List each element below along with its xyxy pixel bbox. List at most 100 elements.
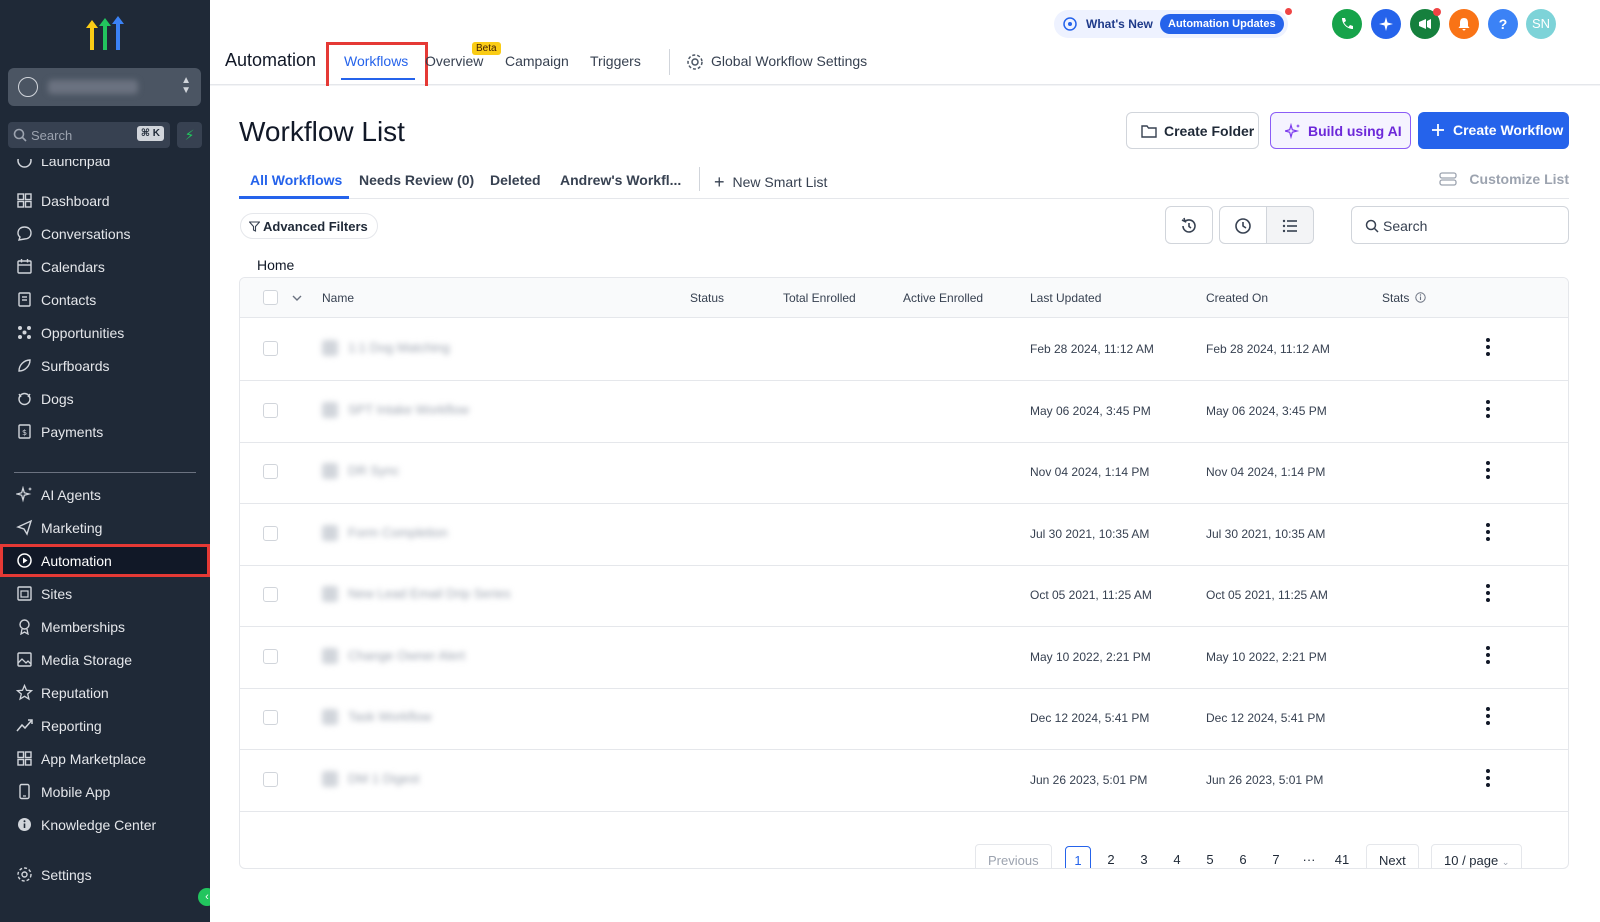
sidebar-item-mobile-app[interactable]: Mobile App bbox=[0, 775, 210, 808]
help-button[interactable]: ? bbox=[1488, 9, 1518, 39]
create-folder-button[interactable]: Create Folder bbox=[1126, 112, 1259, 149]
table-row[interactable]: DR Sync Nov 04 2024, 1:14 PM Nov 04 2024, … bbox=[240, 441, 1568, 504]
row-checkbox[interactable] bbox=[263, 771, 278, 787]
table-row[interactable]: 1:1 Dog Matching Feb 28 2024, 11:12 AM Feb… bbox=[240, 318, 1568, 381]
sidebar-item-surfboards[interactable]: Surfboards bbox=[0, 349, 210, 382]
chevron-down-icon[interactable] bbox=[292, 294, 302, 302]
tab-needs-review[interactable]: Needs Review (0) bbox=[359, 172, 474, 188]
new-smart-list-button[interactable]: + New Smart List bbox=[714, 171, 827, 192]
sidebar-item-conversations[interactable]: Conversations bbox=[0, 217, 210, 250]
page-2-button[interactable]: 2 bbox=[1098, 846, 1124, 868]
pagination-ellipsis[interactable]: ··· bbox=[1296, 846, 1322, 868]
build-using-ai-button[interactable]: Build using AI bbox=[1270, 112, 1411, 149]
row-checkbox[interactable] bbox=[263, 525, 278, 541]
row-actions-kebab-icon[interactable] bbox=[1486, 768, 1490, 790]
customize-list-button[interactable]: Customize List bbox=[1439, 171, 1569, 187]
column-total-enrolled[interactable]: Total Enrolled bbox=[783, 291, 856, 305]
breadcrumb-home[interactable]: Home bbox=[257, 257, 294, 273]
row-checkbox[interactable] bbox=[263, 648, 278, 664]
page-3-button[interactable]: 3 bbox=[1131, 846, 1157, 868]
notifications-button[interactable] bbox=[1449, 9, 1479, 39]
row-checkbox[interactable] bbox=[263, 402, 278, 418]
row-actions-kebab-icon[interactable] bbox=[1486, 338, 1490, 359]
sidebar-item-calendars[interactable]: Calendars bbox=[0, 250, 210, 283]
sidebar-item-launchpad[interactable]: Launchpad bbox=[0, 159, 210, 179]
select-all-checkbox[interactable] bbox=[263, 290, 278, 305]
row-checkbox[interactable] bbox=[263, 341, 278, 356]
row-actions-kebab-icon[interactable] bbox=[1486, 461, 1490, 482]
account-switcher[interactable]: ▲ ▼ bbox=[8, 68, 201, 106]
workflow-name-redacted[interactable]: SPT Intake Workflow bbox=[322, 400, 502, 420]
column-stats[interactable]: Stats bbox=[1382, 291, 1409, 305]
quick-action-bolt-icon[interactable]: ⚡ bbox=[177, 122, 202, 148]
sidebar-item-reputation[interactable]: Reputation bbox=[0, 676, 210, 709]
column-active-enrolled[interactable]: Active Enrolled bbox=[903, 291, 983, 305]
row-actions-kebab-icon[interactable] bbox=[1486, 707, 1490, 728]
sidebar-item-settings[interactable]: Settings bbox=[0, 858, 210, 891]
history-view-toggle[interactable] bbox=[1219, 206, 1267, 244]
next-page-button[interactable]: Next bbox=[1366, 844, 1419, 868]
workflow-name-redacted[interactable]: Task Workflow bbox=[322, 707, 502, 727]
sidebar-search[interactable]: Search ⌘ K bbox=[8, 122, 170, 148]
workflow-name-redacted[interactable]: New Lead Email Drip Series bbox=[322, 584, 511, 604]
global-workflow-settings-link[interactable]: Global Workflow Settings bbox=[711, 53, 867, 69]
announcements-button[interactable] bbox=[1410, 8, 1441, 39]
sidebar-item-app-marketplace[interactable]: App Marketplace bbox=[0, 742, 210, 775]
sidebar-item-media-storage[interactable]: Media Storage bbox=[0, 643, 210, 676]
sidebar-item-opportunities[interactable]: Opportunities bbox=[0, 316, 210, 349]
tab-overview[interactable]: Overview bbox=[425, 53, 483, 69]
ai-assistant-button[interactable] bbox=[1371, 9, 1401, 39]
workflow-search-input[interactable]: Search bbox=[1351, 206, 1569, 244]
sidebar-item-ai-agents[interactable]: AI Agents bbox=[0, 478, 210, 511]
tab-andrews-workflows[interactable]: Andrew's Workfl... bbox=[560, 172, 681, 188]
advanced-filters-button[interactable]: Advanced Filters bbox=[240, 213, 378, 239]
page-7-button[interactable]: 7 bbox=[1263, 846, 1289, 868]
user-avatar[interactable]: SN bbox=[1526, 9, 1556, 39]
workflow-name-redacted[interactable]: Form Completion bbox=[322, 523, 502, 543]
table-row[interactable]: Change Owner Alert May 10 2022, 2:21 PM Ma… bbox=[240, 626, 1568, 689]
column-status[interactable]: Status bbox=[690, 291, 724, 305]
sidebar-item-dashboard[interactable]: Dashboard bbox=[0, 184, 210, 217]
row-actions-kebab-icon[interactable] bbox=[1486, 584, 1490, 605]
page-size-select[interactable]: 10 / page ⌄ bbox=[1431, 844, 1523, 868]
sidebar-item-dogs[interactable]: Dogs bbox=[0, 382, 210, 415]
sidebar-item-reporting[interactable]: Reporting bbox=[0, 709, 210, 742]
tab-triggers[interactable]: Triggers bbox=[590, 53, 641, 69]
sidebar-item-contacts[interactable]: Contacts bbox=[0, 283, 210, 316]
sidebar-item-knowledge-center[interactable]: Knowledge Center bbox=[0, 808, 210, 841]
whats-new-pill[interactable]: What's New Automation Updates bbox=[1054, 8, 1292, 38]
row-checkbox[interactable] bbox=[263, 587, 278, 602]
table-row[interactable]: SPT Intake Workflow May 06 2024, 3:45 PM M… bbox=[240, 380, 1568, 443]
phone-button[interactable] bbox=[1332, 9, 1362, 39]
page-4-button[interactable]: 4 bbox=[1164, 846, 1190, 868]
column-last-updated[interactable]: Last Updated bbox=[1030, 291, 1101, 305]
automation-updates-badge[interactable]: Automation Updates bbox=[1160, 14, 1284, 34]
page-5-button[interactable]: 5 bbox=[1197, 846, 1223, 868]
app-logo[interactable] bbox=[84, 14, 126, 54]
table-row[interactable]: Form Completion Jul 30 2021, 10:35 AM Jul … bbox=[240, 503, 1568, 566]
row-actions-kebab-icon[interactable] bbox=[1486, 522, 1490, 544]
workflow-name-redacted[interactable]: DR Sync bbox=[322, 461, 502, 481]
page-1-button[interactable]: 1 bbox=[1065, 846, 1091, 868]
workflow-name-redacted[interactable]: DM 1 Digest bbox=[322, 769, 502, 789]
refresh-button[interactable] bbox=[1165, 206, 1213, 244]
sidebar-item-payments[interactable]: $ Payments bbox=[0, 415, 210, 448]
previous-page-button[interactable]: Previous bbox=[975, 844, 1052, 868]
column-name[interactable]: Name bbox=[322, 291, 354, 305]
sidebar-item-automation[interactable]: Automation bbox=[0, 544, 210, 577]
page-6-button[interactable]: 6 bbox=[1230, 846, 1256, 868]
tab-campaign[interactable]: Campaign bbox=[505, 53, 569, 69]
table-row[interactable]: Task Workflow Dec 12 2024, 5:41 PM Dec 12 … bbox=[240, 687, 1568, 750]
row-actions-kebab-icon[interactable] bbox=[1486, 399, 1490, 421]
table-row[interactable]: New Lead Email Drip Series Oct 05 2021, 1… bbox=[240, 564, 1568, 627]
column-created-on[interactable]: Created On bbox=[1206, 291, 1268, 305]
sidebar-item-marketing[interactable]: Marketing bbox=[0, 511, 210, 544]
create-workflow-button[interactable]: Create Workflow bbox=[1418, 112, 1569, 149]
sidebar-item-sites[interactable]: Sites bbox=[0, 577, 210, 610]
workflow-name-redacted[interactable]: Change Owner Alert bbox=[322, 646, 502, 666]
page-41-button[interactable]: 41 bbox=[1329, 846, 1355, 868]
sidebar-item-memberships[interactable]: Memberships bbox=[0, 610, 210, 643]
table-row[interactable]: DM 1 Digest Jun 26 2023, 5:01 PM Jun 26 20… bbox=[240, 749, 1568, 812]
tab-all-workflows[interactable]: All Workflows bbox=[250, 172, 342, 188]
row-actions-kebab-icon[interactable] bbox=[1486, 645, 1490, 667]
